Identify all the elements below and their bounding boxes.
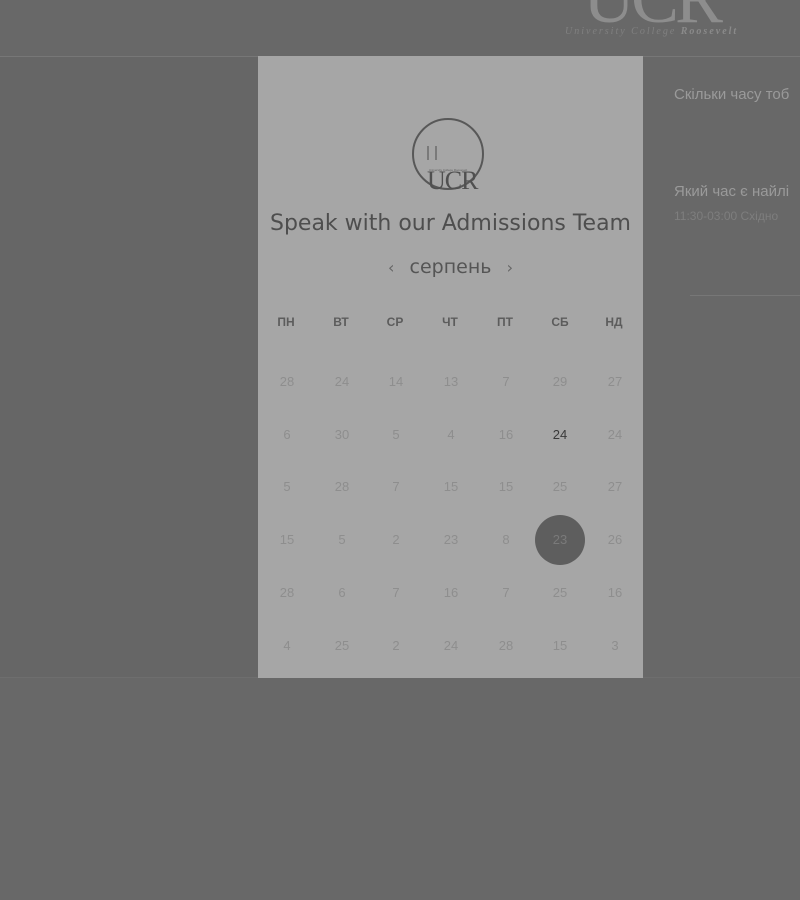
calendar-day[interactable]: 28 [262, 568, 312, 618]
calendar-day[interactable]: 15 [262, 515, 312, 565]
chevron-left-icon[interactable]: ‹ [378, 258, 404, 277]
calendar-day[interactable]: 28 [317, 462, 367, 512]
calendar-day[interactable]: 5 [317, 515, 367, 565]
calendar-day[interactable]: 24 [590, 410, 640, 460]
calendar-day[interactable]: 3 [590, 621, 640, 671]
site-logo-tagline: University College Roosevelt [565, 26, 739, 37]
calendar-day[interactable]: 7 [481, 568, 531, 618]
weekday-mon: ПН [277, 315, 295, 329]
calendar-day[interactable]: 2 [371, 515, 421, 565]
ucr-logo: UCR University College Roosevelt [412, 118, 484, 195]
calendar-day[interactable]: 6 [262, 410, 312, 460]
calendar-day[interactable]: 25 [317, 621, 367, 671]
question-best-time-sub: 11:30-03:00 Східно [674, 209, 779, 223]
month-label: серпень [409, 256, 492, 278]
calendar-day[interactable]: 13 [426, 357, 476, 407]
calendar-day[interactable]: 14 [371, 357, 421, 407]
calendar-day[interactable]: 15 [535, 621, 585, 671]
scheduling-modal: UCR University College Roosevelt Speak w… [258, 56, 643, 678]
site-logo[interactable]: UCR University College Roosevelt [565, 0, 745, 42]
weekday-thu: ЧТ [442, 315, 458, 329]
ucr-logo-mark: UCR [427, 136, 482, 196]
background-section-divider [690, 295, 800, 296]
month-navigation: ‹ серпень › [258, 256, 643, 278]
calendar-day[interactable]: 16 [481, 410, 531, 460]
calendar-day[interactable]: 23 [426, 515, 476, 565]
calendar-day[interactable]: 5 [371, 410, 421, 460]
modal-title: Speak with our Admissions Team [269, 211, 631, 236]
calendar-day[interactable]: 24 [426, 621, 476, 671]
chevron-right-icon[interactable]: › [497, 258, 523, 277]
calendar-day[interactable]: 27 [590, 357, 640, 407]
calendar-day[interactable]: 15 [426, 462, 476, 512]
weekday-fri: ПТ [497, 315, 513, 329]
ucr-logo-subtitle: University College Roosevelt [428, 168, 468, 172]
calendar-day[interactable]: 25 [535, 462, 585, 512]
calendar-day[interactable]: 28 [262, 357, 312, 407]
weekday-sat: СБ [551, 315, 569, 329]
calendar-day[interactable]: 24 [317, 357, 367, 407]
weekday-tue: ВТ [333, 315, 349, 329]
calendar-day[interactable]: 4 [426, 410, 476, 460]
background-left-panel [0, 57, 258, 678]
calendar-day[interactable]: 27 [590, 462, 640, 512]
calendar-day[interactable]: 29 [535, 357, 585, 407]
calendar-day[interactable]: 5 [262, 462, 312, 512]
question-duration-label: Скільки часу тоб [674, 86, 790, 103]
calendar-day[interactable]: 7 [371, 462, 421, 512]
calendar-day[interactable]: 28 [481, 621, 531, 671]
calendar-day[interactable]: 8 [481, 515, 531, 565]
weekday-sun: НД [605, 315, 623, 329]
calendar-day[interactable]: 2 [371, 621, 421, 671]
calendar-day[interactable]: 30 [317, 410, 367, 460]
calendar-day[interactable]: 4 [262, 621, 312, 671]
calendar-day[interactable]: 16 [590, 568, 640, 618]
calendar-day[interactable]: 24 [535, 410, 585, 460]
calendar-day[interactable]: 26 [590, 515, 640, 565]
calendar-day[interactable]: 6 [317, 568, 367, 618]
calendar-day[interactable]: 7 [481, 357, 531, 407]
weekday-wed: СР [386, 315, 404, 329]
calendar-day[interactable]: 7 [371, 568, 421, 618]
calendar-day[interactable]: 25 [535, 568, 585, 618]
calendar-day[interactable]: 16 [426, 568, 476, 618]
calendar-day[interactable]: 15 [481, 462, 531, 512]
building-icon [427, 146, 437, 161]
question-best-time-label: Який час є найлі [674, 183, 790, 200]
calendar-day-selected[interactable]: 23 [535, 515, 585, 565]
